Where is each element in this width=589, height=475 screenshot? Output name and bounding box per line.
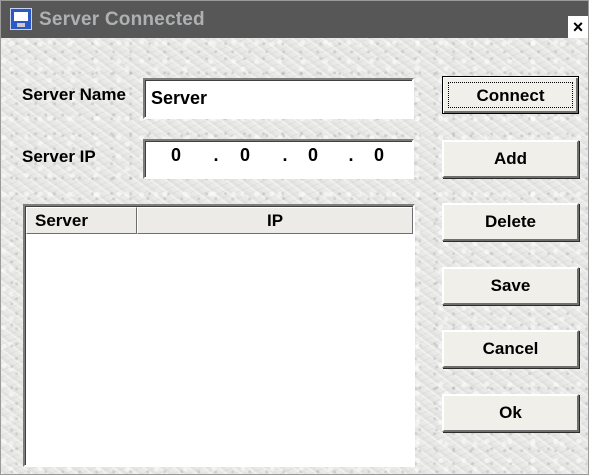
connect-button-label: Connect [448,82,573,108]
title-bar[interactable]: Server Connected [1,1,588,38]
ip-separator-2: . [282,145,288,165]
server-ip-label: Server IP [22,147,96,166]
ip-octet-3[interactable]: 0 [300,145,326,166]
server-name-label: Server Name [22,85,126,104]
server-connected-dialog: Server Connected × Server Name Server IP… [0,0,589,475]
server-name-input[interactable] [143,78,414,119]
monitor-screen-shape [14,12,28,21]
ip-separator-1: . [213,145,219,165]
monitor-app-icon [10,8,32,30]
ip-octet-1[interactable]: 0 [163,145,189,166]
connect-button[interactable]: Connect [442,76,579,114]
window-title: Server Connected [39,9,205,30]
server-list-header: Server IP [26,207,413,234]
save-button[interactable]: Save [442,267,579,305]
close-icon[interactable]: × [568,16,588,38]
ip-octet-4[interactable]: 0 [366,145,392,166]
add-button[interactable]: Add [442,140,579,178]
ip-separator-3: . [348,145,354,165]
monitor-base-shape [17,23,25,27]
column-header-ip[interactable]: IP [137,207,413,234]
cancel-button[interactable]: Cancel [442,330,579,368]
server-ip-field[interactable]: 0 . 0 . 0 . 0 [143,139,414,179]
ok-button[interactable]: Ok [442,394,579,432]
delete-button[interactable]: Delete [442,203,579,241]
ip-octet-2[interactable]: 0 [232,145,258,166]
server-list[interactable]: Server IP [23,204,415,467]
column-header-server[interactable]: Server [26,207,137,234]
